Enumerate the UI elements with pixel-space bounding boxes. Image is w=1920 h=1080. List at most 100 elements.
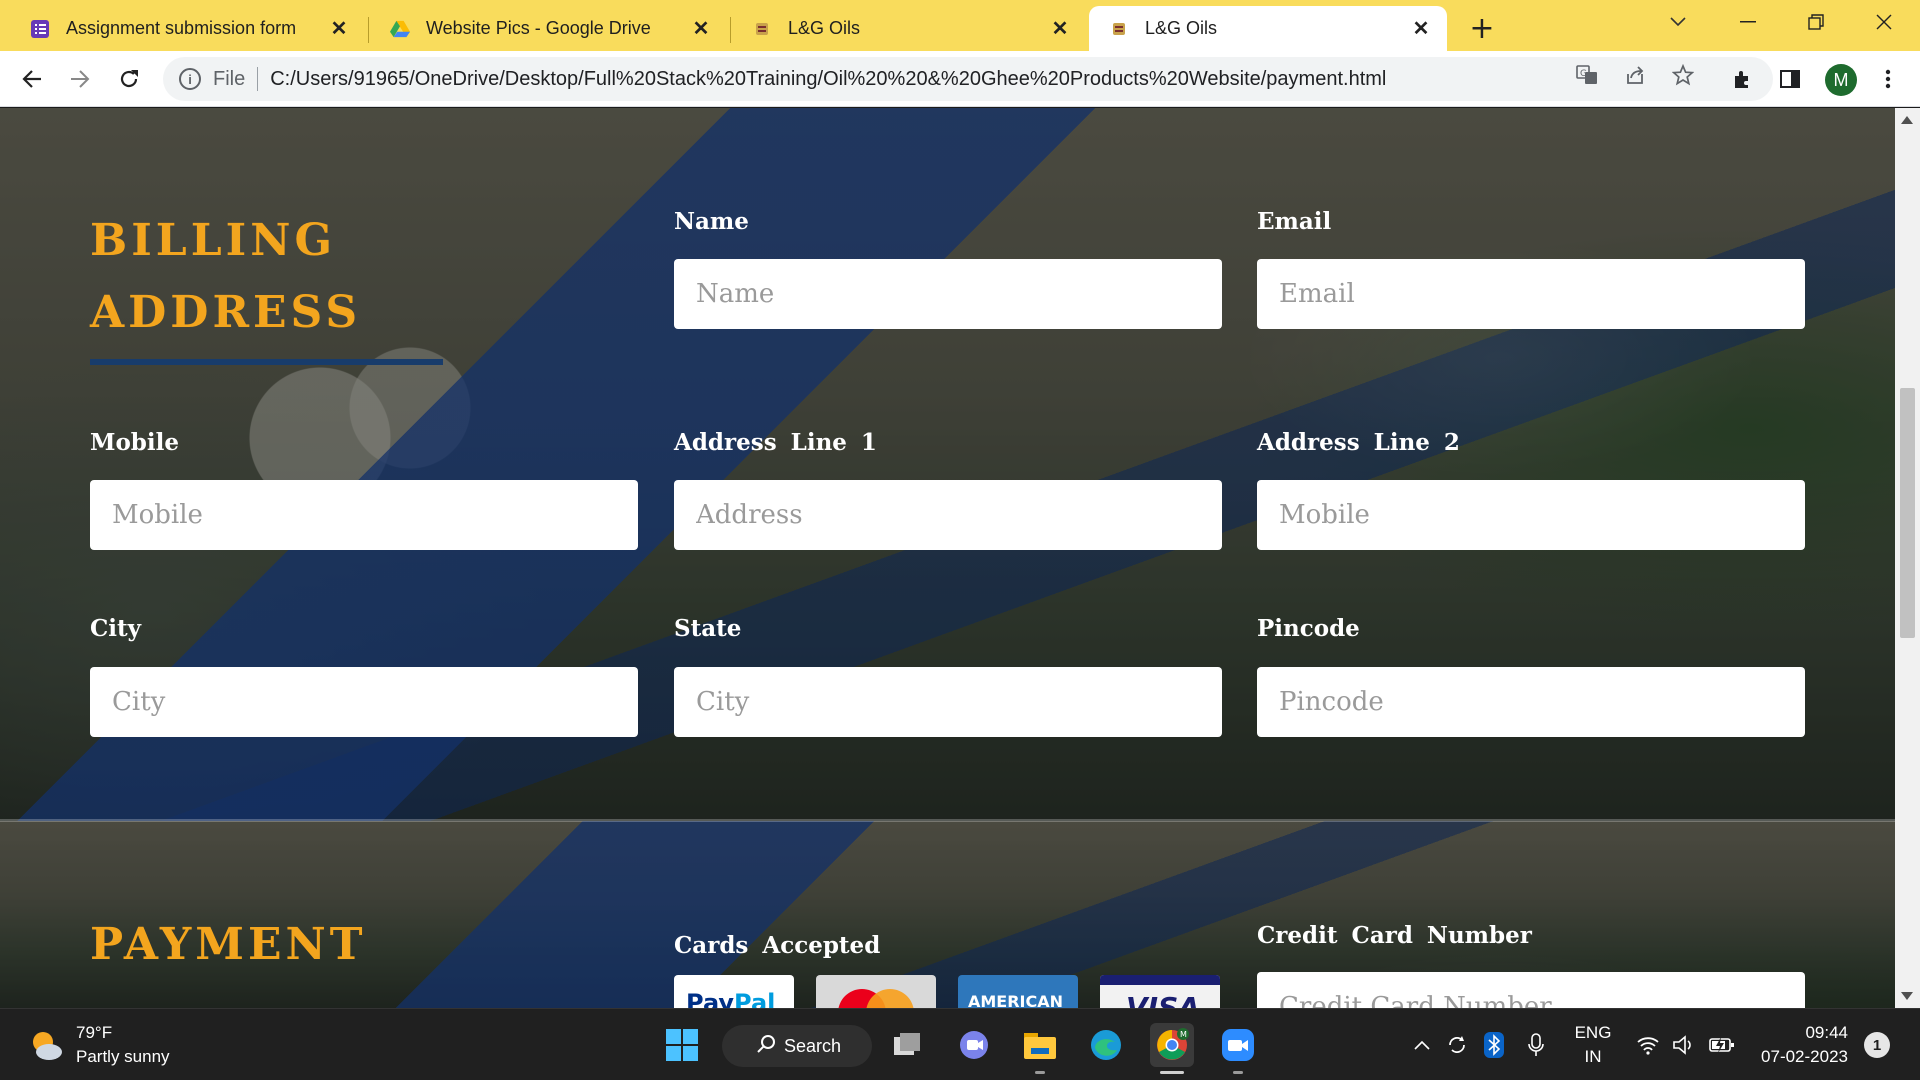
tab-separator [730, 17, 731, 43]
title-underline [90, 359, 443, 365]
address-line1-input[interactable] [674, 480, 1222, 550]
close-window-icon[interactable] [1862, 4, 1906, 40]
teams-chat-icon[interactable] [952, 1023, 996, 1067]
page-viewport: BILLING ADDRESS Name Email Mobile Addres… [0, 108, 1895, 1008]
email-input[interactable] [1257, 259, 1805, 329]
tab-strip: Assignment submission form ✕ Website Pic… [0, 0, 1920, 51]
billing-title: BILLING ADDRESS [90, 205, 361, 349]
close-tab-icon[interactable]: ✕ [1407, 15, 1435, 43]
close-tab-icon[interactable]: ✕ [1046, 15, 1074, 43]
address-line2-input[interactable] [1257, 480, 1805, 550]
site-favicon [752, 19, 772, 39]
address-line2-label: Address Line 2 [1257, 429, 1460, 456]
weather-temperature[interactable]: 79°F [76, 1023, 112, 1043]
profile-avatar[interactable]: M [1825, 64, 1857, 96]
side-panel-icon[interactable] [1774, 63, 1806, 95]
forward-icon[interactable] [62, 61, 98, 97]
taskbar-search[interactable]: Search [722, 1025, 872, 1067]
scroll-down-arrow-icon[interactable] [1901, 992, 1913, 1000]
url-text[interactable]: C:/Users/91965/OneDrive/Desktop/Full%20S… [270, 68, 1386, 91]
show-hidden-icons-chevron-icon[interactable] [1408, 1031, 1436, 1059]
svg-text:M: M [1180, 1030, 1187, 1039]
american-express-logo: AMERICANEXPRESS [958, 975, 1078, 1008]
state-label: State [674, 615, 742, 642]
edge-icon[interactable] [1084, 1023, 1128, 1067]
tab-lg-oils[interactable]: L&G Oils ✕ [734, 6, 1086, 51]
section-divider [0, 819, 1895, 822]
vertical-scrollbar[interactable] [1895, 108, 1920, 1008]
tab-title: L&G Oils [1145, 18, 1218, 38]
microphone-icon[interactable] [1522, 1031, 1550, 1059]
address-bar[interactable]: i File C:/Users/91965/OneDrive/Desktop/F… [163, 57, 1773, 101]
running-indicator [1035, 1071, 1045, 1074]
clock-date[interactable]: 07-02-2023 [1752, 1047, 1848, 1067]
drive-icon [390, 19, 410, 39]
restore-icon[interactable] [1794, 4, 1838, 40]
language-indicator-line1[interactable]: ENG [1570, 1023, 1616, 1043]
reload-icon[interactable] [111, 61, 147, 97]
chrome-icon[interactable]: M [1150, 1023, 1194, 1067]
city-label: City [90, 615, 142, 642]
zoom-icon[interactable] [1216, 1023, 1260, 1067]
close-tab-icon[interactable]: ✕ [325, 15, 353, 43]
new-tab-button[interactable]: + [1464, 10, 1500, 46]
mastercard-logo [816, 975, 936, 1008]
language-indicator-line2[interactable]: IN [1570, 1047, 1616, 1067]
tab-title: L&G Oils [788, 18, 861, 38]
svg-text:Pay: Pay [686, 989, 734, 1008]
payment-title: PAYMENT [90, 919, 367, 970]
bluetooth-icon[interactable] [1480, 1031, 1508, 1059]
email-label: Email [1257, 208, 1332, 235]
menu-kebab-icon[interactable] [1872, 63, 1904, 95]
translate-icon[interactable]: G [1575, 63, 1599, 87]
battery-charging-icon[interactable] [1708, 1031, 1736, 1059]
cards-accepted-label: Cards Accepted [674, 932, 881, 959]
bookmark-star-icon[interactable] [1671, 63, 1695, 87]
windows-start-icon[interactable] [660, 1023, 704, 1067]
minimize-icon[interactable] [1726, 4, 1770, 40]
weather-description[interactable]: Partly sunny [76, 1047, 170, 1067]
volume-icon[interactable] [1670, 1031, 1698, 1059]
omnibox-divider [257, 67, 259, 91]
pincode-input[interactable] [1257, 667, 1805, 737]
mobile-input[interactable] [90, 480, 638, 550]
pincode-label: Pincode [1257, 615, 1360, 642]
visa-logo: VISA [1100, 975, 1220, 1008]
tab-title: Website Pics - Google Drive [426, 18, 651, 38]
browser-toolbar: i File C:/Users/91965/OneDrive/Desktop/F… [0, 51, 1920, 107]
forms-icon [30, 19, 50, 39]
billing-section: BILLING ADDRESS Name Email Mobile Addres… [0, 108, 1895, 821]
billing-title-line1: BILLING [90, 215, 337, 266]
sync-icon[interactable] [1443, 1031, 1471, 1059]
tab-search-icon[interactable] [1656, 4, 1700, 40]
city-input[interactable] [90, 667, 638, 737]
svg-text:Pal: Pal [734, 989, 775, 1008]
state-input[interactable] [674, 667, 1222, 737]
notification-badge[interactable]: 1 [1864, 1032, 1890, 1058]
mobile-label: Mobile [90, 429, 179, 456]
clock-time[interactable]: 09:44 [1752, 1023, 1848, 1043]
file-explorer-icon[interactable] [1018, 1023, 1062, 1067]
tab-google-drive[interactable]: Website Pics - Google Drive ✕ [372, 6, 727, 51]
task-view-icon[interactable] [886, 1023, 930, 1067]
svg-text:VISA: VISA [1126, 991, 1200, 1008]
active-indicator [1160, 1071, 1184, 1074]
share-icon[interactable] [1623, 63, 1647, 87]
scroll-up-arrow-icon[interactable] [1901, 116, 1913, 124]
wifi-icon[interactable] [1634, 1031, 1662, 1059]
back-icon[interactable] [14, 61, 50, 97]
name-input[interactable] [674, 259, 1222, 329]
credit-card-number-label: Credit Card Number [1257, 922, 1532, 949]
tab-lg-oils-active[interactable]: L&G Oils ✕ [1089, 6, 1447, 51]
credit-card-number-input[interactable] [1257, 972, 1805, 1008]
tab-assignment-form[interactable]: Assignment submission form ✕ [0, 6, 365, 51]
tab-separator [368, 17, 369, 43]
url-scheme: File [213, 67, 246, 90]
name-label: Name [674, 208, 749, 235]
extensions-icon[interactable] [1727, 63, 1759, 95]
scroll-thumb[interactable] [1900, 388, 1915, 638]
site-info-icon[interactable]: i [179, 68, 201, 90]
paypal-card-logo: Pay Pal [674, 975, 794, 1008]
partly-sunny-icon[interactable] [28, 1027, 64, 1063]
close-tab-icon[interactable]: ✕ [687, 15, 715, 43]
